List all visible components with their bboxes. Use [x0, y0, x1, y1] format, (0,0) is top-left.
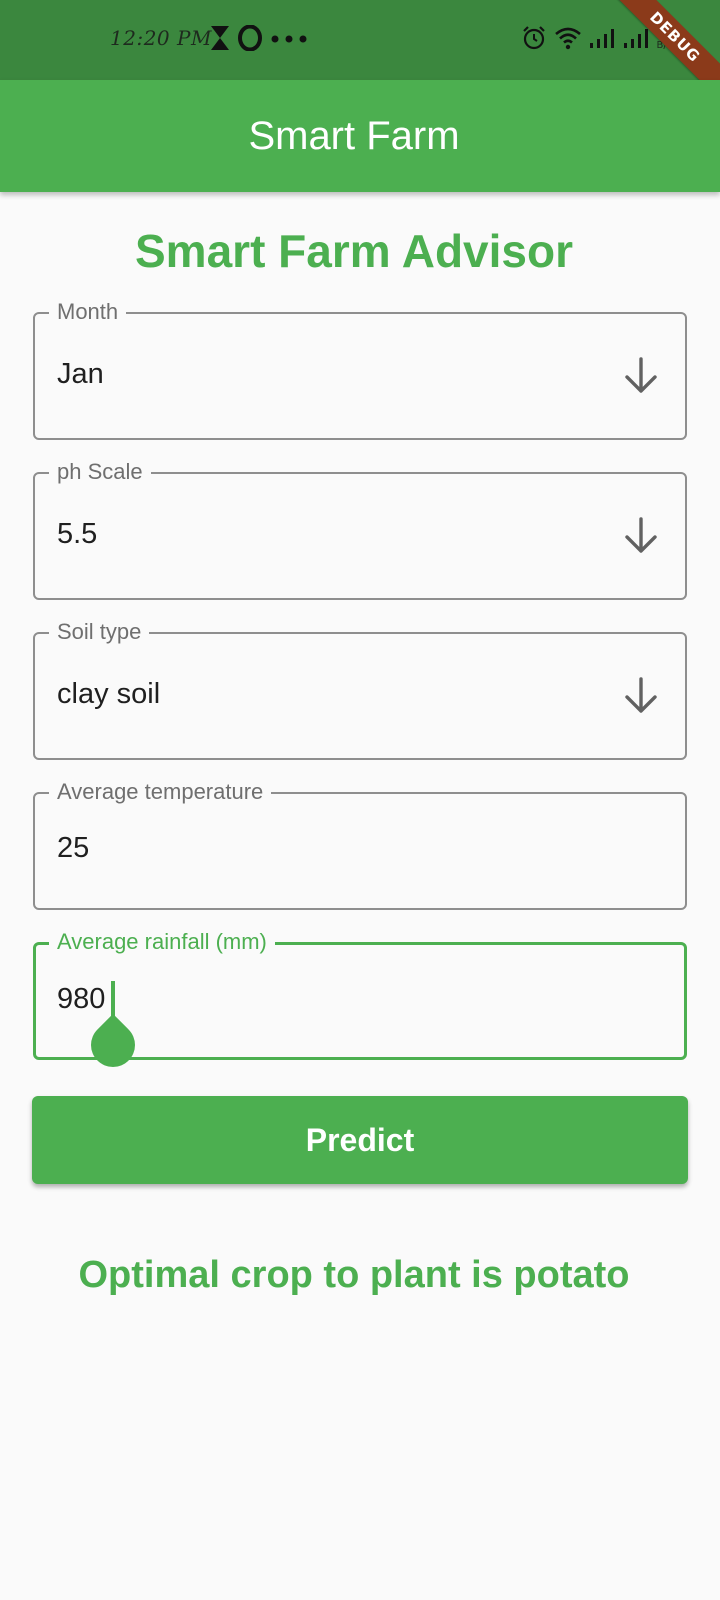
- month-dropdown[interactable]: Month Jan: [33, 297, 687, 440]
- ph-scale-label: ph Scale: [49, 457, 151, 487]
- app-bar-title: Smart Farm: [248, 113, 460, 158]
- arrow-down-icon: [625, 357, 657, 393]
- opera-icon: [238, 24, 262, 56]
- average-rainfall-value: 980: [57, 983, 106, 1015]
- soil-type-dropdown[interactable]: Soil type clay soil: [33, 617, 687, 760]
- month-value: Jan: [57, 358, 104, 390]
- predict-button[interactable]: Predict: [32, 1096, 688, 1184]
- month-label: Month: [49, 297, 127, 327]
- average-rainfall-field[interactable]: Average rainfall (mm) 980: [33, 927, 687, 1077]
- average-temperature-value: 25: [57, 832, 90, 864]
- arrow-down-icon: [625, 517, 657, 553]
- average-rainfall-label: Average rainfall (mm): [49, 927, 275, 957]
- signal-icon: [589, 27, 615, 54]
- average-temperature-field[interactable]: Average temperature 25: [33, 777, 687, 910]
- hourglass-icon: [210, 25, 230, 56]
- app-bar: Smart Farm: [0, 80, 720, 192]
- status-bar: 12:20 PM DEBUG: [0, 0, 720, 107]
- more-notifications-icon: [270, 31, 310, 49]
- status-left-icons: [210, 24, 310, 56]
- ph-scale-value: 5.5: [57, 518, 98, 550]
- arrow-down-icon: [625, 677, 657, 713]
- wifi-icon: [554, 26, 581, 55]
- page-title: Smart Farm Advisor: [135, 225, 573, 277]
- cursor-handle[interactable]: [81, 1013, 145, 1077]
- ph-scale-dropdown[interactable]: ph Scale 5.5: [33, 457, 687, 600]
- status-time: 12:20 PM: [110, 26, 212, 50]
- average-temperature-label: Average temperature: [49, 777, 272, 807]
- soil-type-label: Soil type: [49, 617, 150, 647]
- prediction-result: Optimal crop to plant is potato: [78, 1254, 630, 1296]
- alarm-icon: [521, 25, 547, 56]
- soil-type-value: clay soil: [57, 678, 161, 710]
- signal-icon: [623, 27, 649, 54]
